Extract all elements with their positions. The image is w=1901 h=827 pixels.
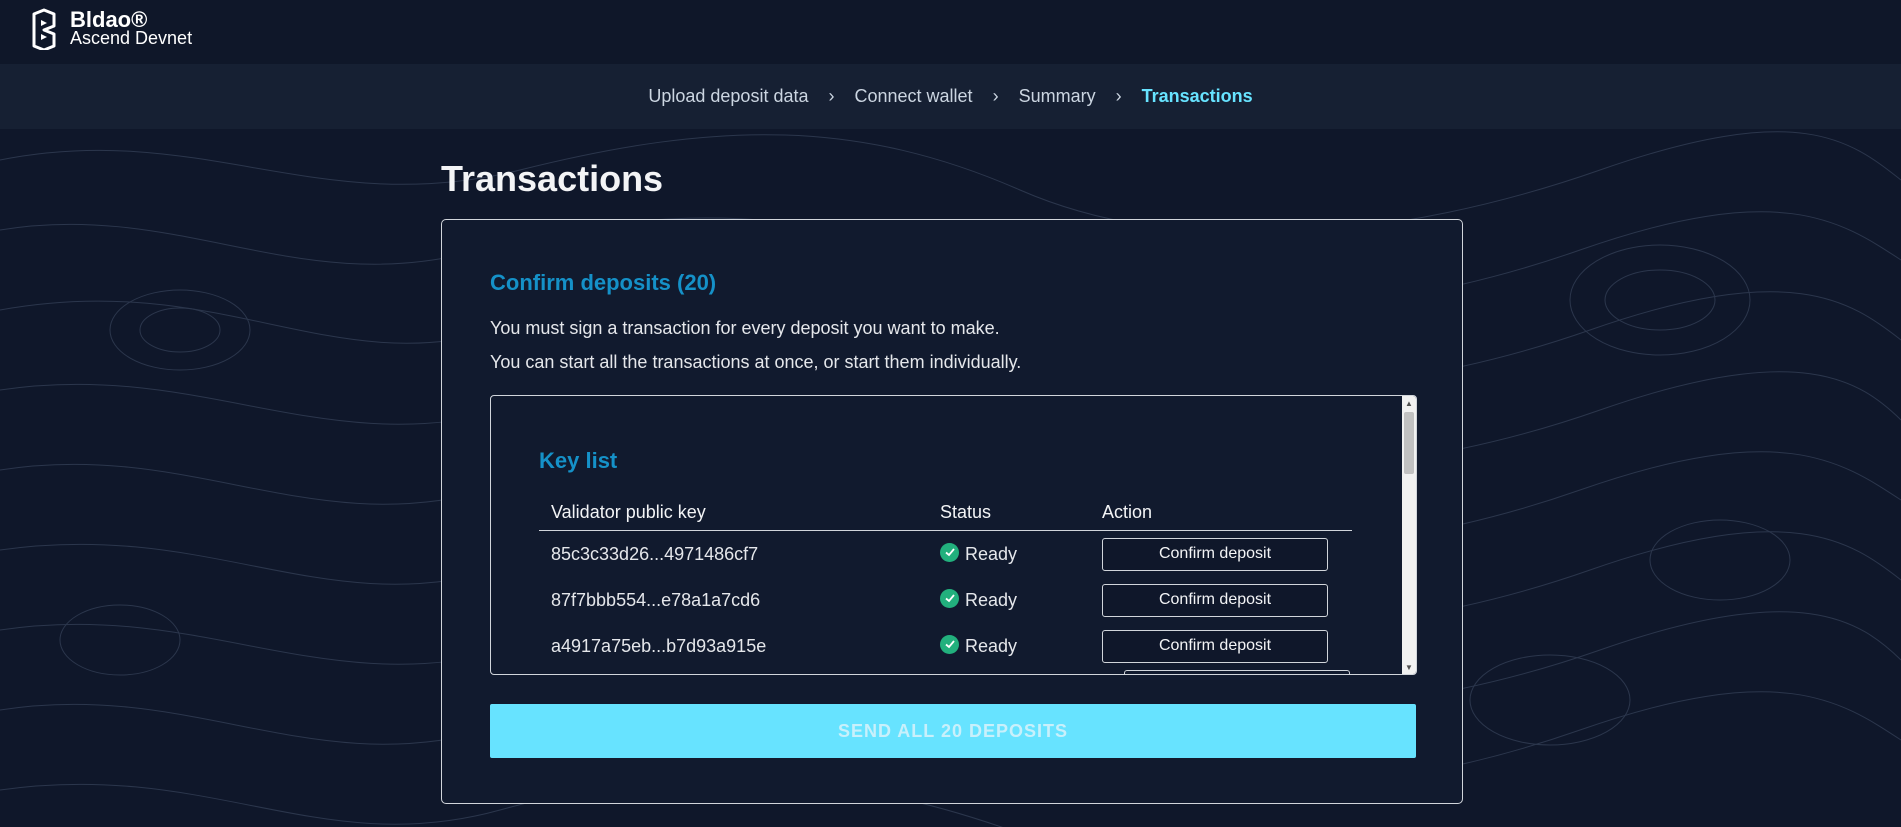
table-row: 87f7bbb554...e78a1a7cd6 Ready Confirm de… [539,577,1352,623]
step-upload-deposit-data[interactable]: Upload deposit data [648,86,808,107]
status-cell: Ready [940,634,1102,657]
validator-key: 87f7bbb554...e78a1a7cd6 [551,589,761,610]
check-circle-icon [940,588,959,608]
status-cell: Ready [940,588,1102,611]
confirm-deposits-card: Confirm deposits (20) You must sign a tr… [441,219,1463,804]
check-circle-icon [940,542,959,562]
brand-name: Bldao® [70,7,148,32]
step-transactions[interactable]: Transactions [1142,86,1253,107]
confirm-deposit-button[interactable]: Confirm deposit [1102,537,1328,571]
status-text: Ready [965,589,1018,610]
status-text: Ready [965,543,1018,564]
scrollbar[interactable]: ▲ ▼ [1402,396,1416,674]
brand-logo-icon [32,8,56,50]
card-title: Confirm deposits (20) [490,270,717,295]
scrollbar-thumb[interactable] [1404,412,1414,474]
scroll-up-arrow-icon[interactable]: ▲ [1402,396,1416,410]
chevron-right-icon: › [828,86,835,106]
brand[interactable]: Bldao® Ascend Devnet [28,8,192,50]
network-name: Ascend Devnet [70,28,193,48]
table-row: a4917a75eb...b7d93a915e Ready Confirm de… [539,623,1352,669]
column-header-public-key: Validator public key [551,501,706,522]
table-row: 85c3c33d26...4971486cf7 Ready Confirm de… [539,531,1352,577]
confirm-deposit-button-partial[interactable] [1124,670,1350,674]
top-bar: Bldao® Ascend Devnet [0,0,1901,64]
validator-key: a4917a75eb...b7d93a915e [551,635,767,656]
step-summary[interactable]: Summary [1019,86,1096,107]
key-list-title: Key list [539,448,618,473]
page-title: Transactions [441,158,664,199]
step-connect-wallet[interactable]: Connect wallet [854,86,972,107]
status-cell: Ready [940,542,1102,565]
instruction-text: You can start all the transactions at on… [490,352,1022,372]
confirm-deposit-button[interactable]: Confirm deposit [1102,629,1328,663]
key-list-panel[interactable]: Key list Validator public key Status Act… [490,395,1417,675]
chevron-right-icon: › [1115,86,1122,106]
validator-key: 85c3c33d26...4971486cf7 [551,543,759,564]
scroll-down-arrow-icon[interactable]: ▼ [1402,660,1416,674]
instruction-text: You must sign a transaction for every de… [490,318,1000,338]
column-header-action: Action [1102,501,1153,522]
progress-stepper: Upload deposit data › Connect wallet › S… [0,64,1901,129]
check-circle-icon [940,634,959,654]
chevron-right-icon: › [992,86,999,106]
send-all-deposits-button[interactable]: SEND ALL 20 DEPOSITS [490,704,1416,758]
column-header-status: Status [940,501,992,522]
table-header: Validator public key Status Action [539,494,1352,531]
status-text: Ready [965,635,1018,656]
confirm-deposit-button[interactable]: Confirm deposit [1102,583,1328,617]
key-table: Validator public key Status Action 85c3c… [539,494,1352,669]
